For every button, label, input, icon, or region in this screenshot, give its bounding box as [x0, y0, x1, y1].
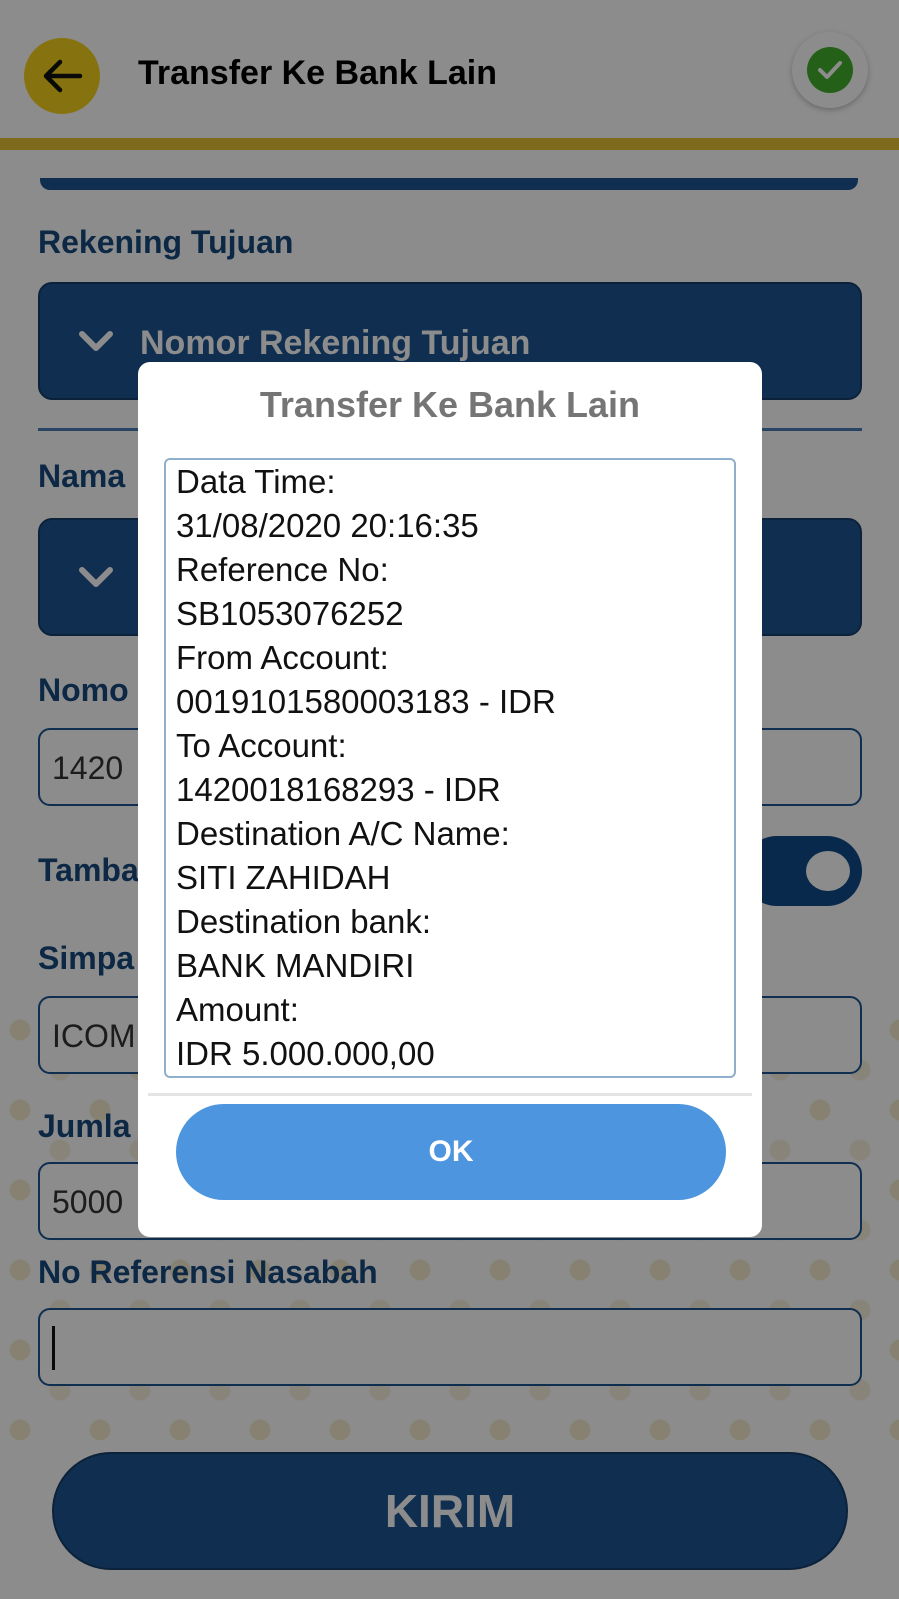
- transfer-result-dialog: Transfer Ke Bank Lain Data Time: 31/08/2…: [138, 362, 762, 1237]
- dialog-divider: [148, 1093, 752, 1096]
- ok-button[interactable]: OK: [176, 1104, 726, 1200]
- detail-value-to-account: 1420018168293 - IDR: [176, 771, 501, 808]
- detail-value-destination-bank: BANK MANDIRI: [176, 947, 415, 984]
- detail-value-datetime: 31/08/2020 20:16:35: [176, 507, 479, 544]
- detail-value-amount: IDR 5.000.000,00: [176, 1035, 435, 1072]
- detail-label-to-account: To Account:: [176, 727, 347, 764]
- detail-label-destination-name: Destination A/C Name:: [176, 815, 510, 852]
- detail-label-destination-bank: Destination bank:: [176, 903, 431, 940]
- detail-value-from-account: 0019101580003183 - IDR: [176, 683, 556, 720]
- detail-value-reference: SB1053076252: [176, 595, 404, 632]
- detail-value-destination-name: SITI ZAHIDAH: [176, 859, 391, 896]
- detail-label-amount: Amount:: [176, 991, 299, 1028]
- transfer-details: Data Time: 31/08/2020 20:16:35 Reference…: [176, 460, 732, 1076]
- transfer-details-box[interactable]: Data Time: 31/08/2020 20:16:35 Reference…: [164, 458, 736, 1078]
- dialog-title: Transfer Ke Bank Lain: [259, 384, 641, 425]
- detail-label-reference: Reference No:: [176, 551, 389, 588]
- detail-label-from-account: From Account:: [176, 639, 389, 676]
- detail-label-datetime: Data Time:: [176, 463, 336, 500]
